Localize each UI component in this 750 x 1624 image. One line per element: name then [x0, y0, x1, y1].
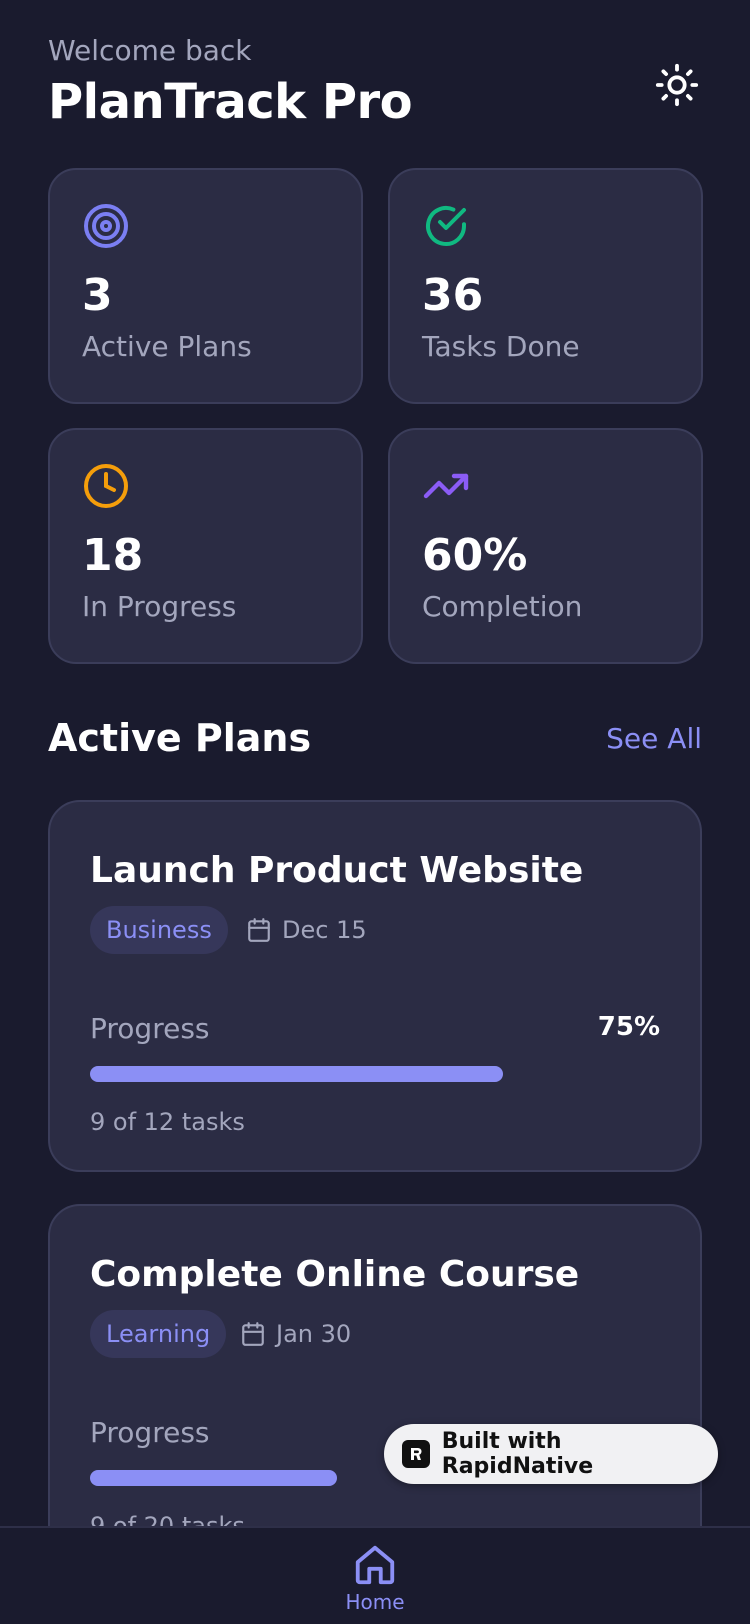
check-circle-icon — [426, 206, 466, 246]
see-all-link[interactable]: See All — [606, 722, 702, 755]
progress-fill — [90, 1470, 337, 1486]
trending-up-icon — [423, 473, 469, 499]
stat-card-completion[interactable]: 60% Completion — [388, 428, 703, 664]
due-date: Jan 30 — [240, 1310, 351, 1358]
stat-value: 18 — [82, 530, 144, 581]
target-icon — [84, 204, 128, 248]
progress-label: Progress — [90, 1012, 210, 1045]
stat-value: 60% — [422, 530, 528, 581]
nav-item-home[interactable]: Home — [335, 1542, 415, 1624]
progress-fill — [90, 1066, 504, 1082]
due-date-text: Dec 15 — [282, 916, 367, 944]
category-tag: Business — [90, 906, 228, 954]
rapidnative-logo-icon — [402, 1440, 430, 1468]
calendar-icon — [242, 1322, 264, 1346]
stat-value: 36 — [422, 270, 484, 321]
category-tag: Learning — [90, 1310, 227, 1358]
nav-label-home: Home — [345, 1590, 405, 1614]
app-title: PlanTrack Pro — [48, 74, 413, 130]
built-with-badge[interactable]: Built with RapidNative — [384, 1424, 718, 1484]
due-date-text: Jan 30 — [276, 1320, 352, 1348]
stat-label: Tasks Done — [422, 330, 580, 363]
progress-bar — [90, 1066, 664, 1082]
built-with-text: Built with RapidNative — [441, 1429, 594, 1479]
stat-card-active-plans[interactable]: 3 Active Plans — [48, 168, 363, 404]
section-title: Active Plans — [48, 716, 312, 760]
tasks-count: 9 of 12 tasks — [90, 1108, 245, 1136]
plan-title: Launch Product Website — [90, 850, 584, 891]
calendar-icon — [248, 918, 270, 942]
progress-label: Progress — [90, 1416, 210, 1449]
due-date: Dec 15 — [246, 906, 367, 954]
home-screen: Welcome back PlanTrack Pro 3 Active Plan… — [0, 0, 750, 1624]
home-icon — [355, 1545, 395, 1585]
plan-title: Complete Online Course — [90, 1254, 580, 1295]
plan-card[interactable]: Launch Product Website Business Dec 15 P… — [48, 800, 702, 1172]
sun-icon — [655, 63, 699, 107]
welcome-text: Welcome back — [48, 34, 252, 67]
progress-percent: 75% — [597, 1012, 660, 1042]
stat-label: Active Plans — [82, 330, 252, 363]
theme-toggle-button[interactable] — [652, 60, 702, 110]
stat-label: In Progress — [82, 590, 237, 623]
bottom-navigation: Home — [0, 1526, 750, 1624]
stat-card-tasks-done[interactable]: 36 Tasks Done — [388, 168, 703, 404]
stat-label: Completion — [422, 590, 583, 623]
clock-icon — [84, 464, 128, 508]
stat-value: 3 — [82, 270, 113, 321]
stat-card-in-progress[interactable]: 18 In Progress — [48, 428, 363, 664]
